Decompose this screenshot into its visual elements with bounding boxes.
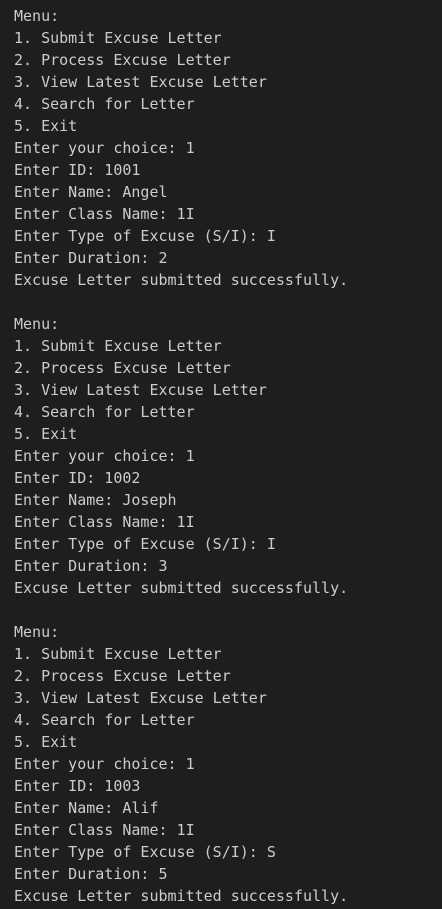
menu-option-process: 2. Process Excuse Letter xyxy=(14,667,231,685)
success-message: Excuse Letter submitted successfully. xyxy=(14,579,349,597)
duration-prompt: Enter Duration: 3 xyxy=(14,557,168,575)
menu-option-exit: 5. Exit xyxy=(14,733,78,751)
menu-option-process: 2. Process Excuse Letter xyxy=(14,51,231,69)
menu-session-3: Menu: 1. Submit Excuse Letter 2. Process… xyxy=(14,621,442,907)
choice-prompt: Enter your choice: 1 xyxy=(14,755,195,773)
menu-heading: Menu: xyxy=(14,7,60,25)
class-name-prompt: Enter Class Name: 1I xyxy=(14,821,195,839)
menu-option-search: 4. Search for Letter xyxy=(14,711,195,729)
menu-option-submit: 1. Submit Excuse Letter xyxy=(14,645,222,663)
id-prompt: Enter ID: 1002 xyxy=(14,469,141,487)
success-message: Excuse Letter submitted successfully. xyxy=(14,887,349,905)
name-prompt: Enter Name: Angel xyxy=(14,183,168,201)
excuse-type-prompt: Enter Type of Excuse (S/I): I xyxy=(14,227,276,245)
duration-prompt: Enter Duration: 5 xyxy=(14,865,168,883)
class-name-prompt: Enter Class Name: 1I xyxy=(14,513,195,531)
excuse-type-prompt: Enter Type of Excuse (S/I): S xyxy=(14,843,276,861)
terminal-output[interactable]: Menu: 1. Submit Excuse Letter 2. Process… xyxy=(0,0,442,909)
menu-session-2: Menu: 1. Submit Excuse Letter 2. Process… xyxy=(14,313,442,599)
name-prompt: Enter Name: Joseph xyxy=(14,491,177,509)
excuse-type-prompt: Enter Type of Excuse (S/I): I xyxy=(14,535,276,553)
menu-option-view-latest: 3. View Latest Excuse Letter xyxy=(14,73,267,91)
menu-option-search: 4. Search for Letter xyxy=(14,403,195,421)
class-name-prompt: Enter Class Name: 1I xyxy=(14,205,195,223)
id-prompt: Enter ID: 1003 xyxy=(14,777,141,795)
success-message: Excuse Letter submitted successfully. xyxy=(14,271,349,289)
menu-option-exit: 5. Exit xyxy=(14,117,78,135)
choice-prompt: Enter your choice: 1 xyxy=(14,139,195,157)
menu-heading: Menu: xyxy=(14,315,60,333)
menu-option-submit: 1. Submit Excuse Letter xyxy=(14,337,222,355)
menu-heading: Menu: xyxy=(14,623,60,641)
menu-option-submit: 1. Submit Excuse Letter xyxy=(14,29,222,47)
menu-option-search: 4. Search for Letter xyxy=(14,95,195,113)
duration-prompt: Enter Duration: 2 xyxy=(14,249,168,267)
menu-session-1: Menu: 1. Submit Excuse Letter 2. Process… xyxy=(14,5,442,291)
menu-option-view-latest: 3. View Latest Excuse Letter xyxy=(14,689,267,707)
id-prompt: Enter ID: 1001 xyxy=(14,161,141,179)
name-prompt: Enter Name: Alif xyxy=(14,799,159,817)
menu-option-exit: 5. Exit xyxy=(14,425,78,443)
menu-option-view-latest: 3. View Latest Excuse Letter xyxy=(14,381,267,399)
menu-option-process: 2. Process Excuse Letter xyxy=(14,359,231,377)
choice-prompt: Enter your choice: 1 xyxy=(14,447,195,465)
